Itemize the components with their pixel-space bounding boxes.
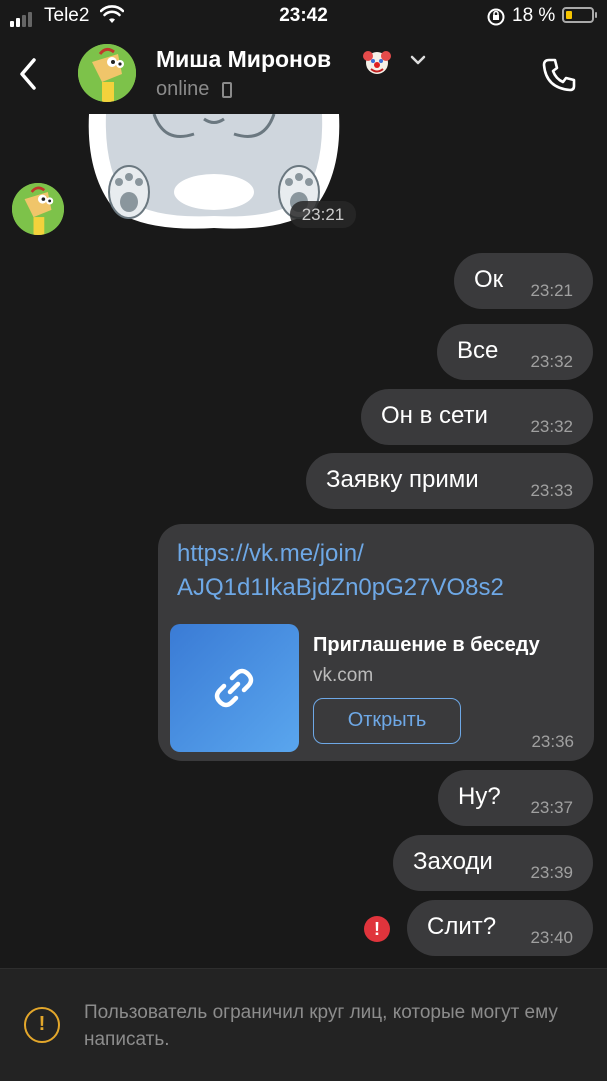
battery-percent: 18 % [512,5,556,26]
status-bar: Tele2 23:42 18 % [0,0,607,34]
call-button[interactable] [540,56,578,94]
chevron-down-icon[interactable] [409,54,427,66]
link-preview-title: Приглашение в беседу [313,634,540,656]
sender-avatar[interactable] [12,183,64,235]
message-bubble[interactable]: Заявку прими 23:33 [306,453,593,509]
message-bubble[interactable]: Ок 23:21 [454,253,593,309]
message-text: Все [457,337,499,364]
message-text: Ок [474,266,504,293]
message-bubble[interactable]: Заходи 23:39 [393,835,593,891]
rotation-lock-icon [487,8,505,26]
contact-name[interactable]: Миша Миронов [156,46,331,73]
message-time: 23:21 [290,201,356,228]
back-button[interactable] [14,54,44,94]
message-time: 23:36 [531,732,574,751]
message-time: 23:33 [530,481,573,500]
message-text: Заявку прими [326,466,479,493]
message-time: 23:32 [530,352,573,371]
message-text: Он в сети [381,402,488,429]
battery-icon [562,7,597,23]
message-time: 23:40 [530,928,573,947]
warning-icon: ! [24,1007,60,1043]
message-bubble[interactable]: Все 23:32 [437,324,593,380]
message-text: Ну? [458,783,501,810]
invite-link[interactable]: https://vk.me/join/ AJQ1d1IkaBjdZn0pG27V… [177,537,504,605]
message-bubble[interactable]: Слит? 23:40 [407,900,593,956]
message-time: 23:32 [530,417,573,436]
link-preview-domain: vk.com [313,665,374,686]
link-preview-thumbnail[interactable] [170,624,299,752]
message-time: 23:37 [530,798,573,817]
mobile-device-icon [222,82,232,98]
open-button[interactable]: Открыть [313,698,461,744]
invite-link-line[interactable]: https://vk.me/join/ [177,537,504,571]
message-time: 23:21 [530,281,573,300]
message-time: 23:39 [530,863,573,882]
restriction-text: Пользователь ограничил круг лиц, которые… [84,1002,558,1050]
link-message[interactable]: https://vk.me/join/ AJQ1d1IkaBjdZn0pG27V… [158,524,594,761]
message-text: Слит? [427,913,497,940]
restriction-notice: ! Пользователь ограничил круг лиц, котор… [0,968,607,1081]
message-text: Заходи [413,848,493,875]
invite-link-line[interactable]: AJQ1d1IkaBjdZn0pG27VO8s2 [177,571,504,605]
clown-icon [363,51,391,74]
message-bubble[interactable]: Он в сети 23:32 [361,389,593,445]
error-icon[interactable]: ! [364,916,390,942]
presence-status: online [156,78,210,100]
contact-avatar[interactable] [78,44,136,102]
chat-header: Миша Миронов online [0,34,607,114]
message-bubble[interactable]: Ну? 23:37 [438,770,593,826]
link-icon [214,668,254,708]
